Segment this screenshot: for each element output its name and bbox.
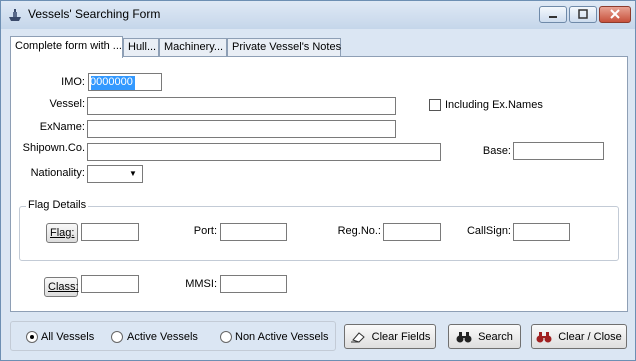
close-button[interactable] [599, 6, 631, 23]
vessels-searching-window: Vessels' Searching Form Complete form wi… [0, 0, 636, 361]
port-input[interactable] [220, 223, 287, 241]
flag-input[interactable] [81, 223, 139, 241]
regno-label: Reg.No.: [337, 225, 381, 237]
tab-complete-form[interactable]: Complete form with ... [10, 36, 123, 58]
regno-input[interactable] [383, 223, 441, 241]
form-panel [10, 56, 628, 312]
radio-active-vessels-label[interactable]: Active Vessels [127, 331, 198, 343]
class-input[interactable] [81, 275, 139, 293]
mmsi-input[interactable] [220, 275, 287, 293]
imo-input[interactable] [88, 73, 162, 91]
vessel-label: Vessel: [49, 98, 85, 110]
radio-all-vessels-label[interactable]: All Vessels [41, 331, 94, 343]
clear-close-button[interactable]: Clear / Close [531, 324, 627, 349]
flag-button[interactable]: Flag: [46, 223, 78, 243]
search-button[interactable]: Search [448, 324, 521, 349]
class-button[interactable]: Class: [44, 277, 79, 297]
minimize-button[interactable] [539, 6, 567, 23]
including-ex-names-label: Including Ex.Names [445, 99, 543, 111]
search-label: Search [478, 330, 513, 343]
ship-icon [9, 9, 21, 21]
binoculars-icon [456, 331, 472, 342]
radio-non-active-vessels[interactable] [220, 331, 232, 343]
exname-label: ExName: [39, 121, 85, 133]
radio-non-active-vessels-label[interactable]: Non Active Vessels [235, 331, 329, 343]
vessel-input[interactable] [87, 97, 396, 115]
maximize-button[interactable] [569, 6, 597, 23]
binoculars-red-icon [536, 331, 552, 342]
clear-fields-label: Clear Fields [371, 330, 431, 343]
base-input[interactable] [513, 142, 604, 160]
close-icon [610, 9, 620, 19]
imo-label: IMO: [61, 76, 85, 88]
tab-machinery[interactable]: Machinery... [159, 38, 227, 56]
flag-details-title: Flag Details [26, 199, 89, 211]
nationality-label: Nationality: [30, 167, 85, 179]
title-bar[interactable]: Vessels' Searching Form [1, 1, 635, 29]
window-title: Vessels' Searching Form [28, 7, 161, 21]
minimize-icon [549, 16, 557, 18]
base-label: Base: [482, 145, 511, 157]
eraser-icon [350, 331, 365, 343]
clear-close-label: Clear / Close [558, 330, 622, 343]
nationality-select[interactable]: ▼ [87, 165, 143, 183]
dropdown-arrow-icon[interactable]: ▼ [126, 168, 140, 180]
shipown-label: Shipown.Co. [22, 142, 85, 154]
radio-active-vessels[interactable] [111, 331, 123, 343]
mmsi-label: MMSI: [185, 278, 217, 290]
port-label: Port: [193, 225, 217, 237]
tab-private-notes[interactable]: Private Vessel's Notes [227, 38, 341, 56]
radio-all-vessels[interactable] [26, 331, 38, 343]
maximize-icon [578, 9, 588, 19]
tab-hull[interactable]: Hull... [123, 38, 159, 56]
exname-input[interactable] [87, 120, 396, 138]
clear-fields-button[interactable]: Clear Fields [344, 324, 436, 349]
shipown-input[interactable] [87, 143, 441, 161]
callsign-input[interactable] [513, 223, 570, 241]
including-ex-names-checkbox[interactable] [429, 99, 441, 111]
callsign-label: CallSign: [466, 225, 511, 237]
